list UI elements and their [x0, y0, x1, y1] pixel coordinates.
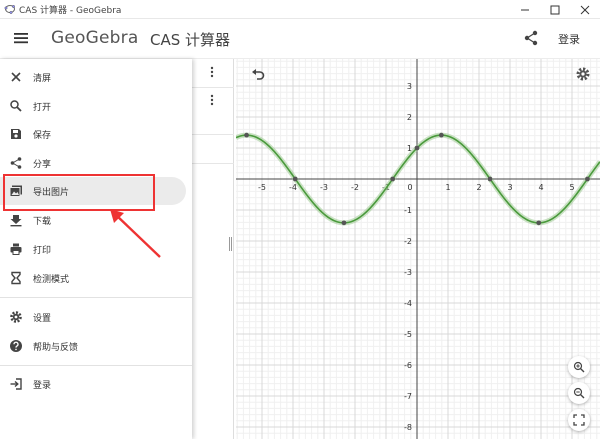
- annotation-arrow-icon: [110, 209, 161, 258]
- x-tick-label: 4: [538, 183, 543, 192]
- graph-canvas[interactable]: -5 -4 -3 -2 -1 0 1 2 3 4 5321-1-2-3-4-5-6-7-8: [236, 59, 600, 439]
- curve-point: [414, 145, 420, 151]
- share-icon[interactable]: [522, 29, 540, 47]
- search-icon: [10, 100, 22, 112]
- maximize-icon: [550, 5, 560, 14]
- x-tick-label: -5: [258, 183, 266, 192]
- curve-point: [585, 176, 590, 182]
- row-divider: [192, 87, 234, 88]
- y-tick-label: -6: [404, 361, 412, 370]
- menu-item-open[interactable]: 打开: [0, 92, 186, 120]
- y-tick-label: -2: [404, 237, 412, 246]
- menu-item-label: 打开: [33, 102, 52, 113]
- algebra-panel: [192, 59, 234, 439]
- graphics-view[interactable]: -5 -4 -3 -2 -1 0 1 2 3 4 5 3 2 1 -1 -2 -3 -4 -5 -6 -7 -8: [236, 59, 600, 439]
- menu-item-label: 下载: [33, 216, 52, 227]
- gear-icon: [10, 311, 22, 323]
- download-icon: [10, 215, 22, 227]
- curve-point: [390, 176, 396, 182]
- x-tick-label: 0: [407, 183, 412, 192]
- x-tick-label: -4: [289, 183, 297, 192]
- y-tick-label: -3: [404, 268, 412, 277]
- geogebra-logo: GeoGebra: [51, 28, 139, 48]
- menu-item-save[interactable]: 保存: [0, 120, 186, 148]
- menu-item-settings[interactable]: 设置: [0, 303, 186, 331]
- y-tick-label: 3: [407, 82, 412, 91]
- menu-item-label: 清屏: [33, 73, 52, 84]
- menu-item-clear[interactable]: 清屏: [0, 63, 186, 91]
- print-icon: [10, 243, 22, 255]
- maximize-button[interactable]: [540, 0, 570, 19]
- x-tick-label: 2: [476, 183, 481, 192]
- curve-point: [244, 132, 249, 138]
- menu-item-label: 分享: [33, 159, 52, 170]
- menu-item-label: 打印: [33, 245, 52, 256]
- curve-point: [438, 132, 444, 138]
- app-header: GeoGebra CAS 计算器 登录: [0, 19, 600, 59]
- menu-item-share[interactable]: 分享: [0, 149, 186, 177]
- share-icon: [10, 157, 22, 169]
- x-tick-label: -2: [351, 183, 359, 192]
- row-divider: [192, 163, 234, 164]
- y-tick-label: -5: [404, 330, 412, 339]
- curve-point: [487, 176, 493, 182]
- panel-resize-handle[interactable]: [229, 237, 232, 251]
- geogebra-app-icon: [4, 5, 15, 14]
- x-tick-label: 3: [507, 183, 512, 192]
- x-tick-label: -3: [320, 183, 328, 192]
- curve-point: [536, 220, 542, 226]
- login-button[interactable]: 登录: [558, 31, 580, 47]
- y-tick-label: -8: [404, 423, 412, 432]
- zoom-out-button[interactable]: [568, 382, 590, 404]
- menu-divider: [0, 365, 192, 366]
- x-tick-label: 5: [569, 183, 574, 192]
- y-tick-label: -4: [404, 299, 412, 308]
- menu-item-label: 保存: [33, 130, 52, 141]
- zoom-out-icon: [573, 387, 585, 399]
- minimize-icon: [521, 9, 529, 10]
- fullscreen-icon: [573, 414, 585, 426]
- help-icon: [10, 340, 22, 352]
- x-tick-label: 1: [445, 183, 450, 192]
- menu-item-label: 帮助与反馈: [33, 342, 79, 353]
- hourglass-icon: [11, 271, 21, 285]
- y-tick-label: 2: [407, 113, 412, 122]
- menu-item-help[interactable]: 帮助与反馈: [0, 332, 186, 360]
- row-divider: [192, 134, 234, 135]
- window-title: CAS 计算器 - GeoGebra: [19, 5, 122, 16]
- undo-icon[interactable]: [250, 66, 266, 82]
- zoom-in-icon: [573, 361, 585, 373]
- menu-item-label: 设置: [33, 313, 52, 324]
- zoom-in-button[interactable]: [568, 356, 590, 378]
- curve-point: [341, 220, 347, 226]
- y-tick-label: -7: [404, 392, 412, 401]
- app-title: CAS 计算器: [150, 31, 231, 49]
- menu-item-sign-in[interactable]: 登录: [0, 370, 186, 398]
- save-icon: [11, 129, 21, 139]
- menu-item-exam-mode[interactable]: 检测模式: [0, 264, 186, 292]
- menu-divider: [0, 297, 192, 298]
- menu-item-label: 检测模式: [33, 274, 70, 285]
- y-tick-label: -1: [404, 206, 412, 215]
- hamburger-menu-icon[interactable]: [12, 29, 30, 47]
- more-options-icon[interactable]: [210, 94, 214, 106]
- close-icon: [580, 5, 590, 14]
- fullscreen-button[interactable]: [568, 409, 590, 431]
- menu-item-label: 登录: [33, 380, 52, 391]
- graph-settings-icon[interactable]: [575, 66, 591, 82]
- minimize-button[interactable]: [510, 0, 540, 19]
- close-window-button[interactable]: [570, 0, 600, 19]
- close-icon: [11, 72, 21, 82]
- sign-in-icon: [10, 378, 22, 390]
- more-options-icon[interactable]: [210, 66, 214, 78]
- curve-point: [292, 176, 298, 182]
